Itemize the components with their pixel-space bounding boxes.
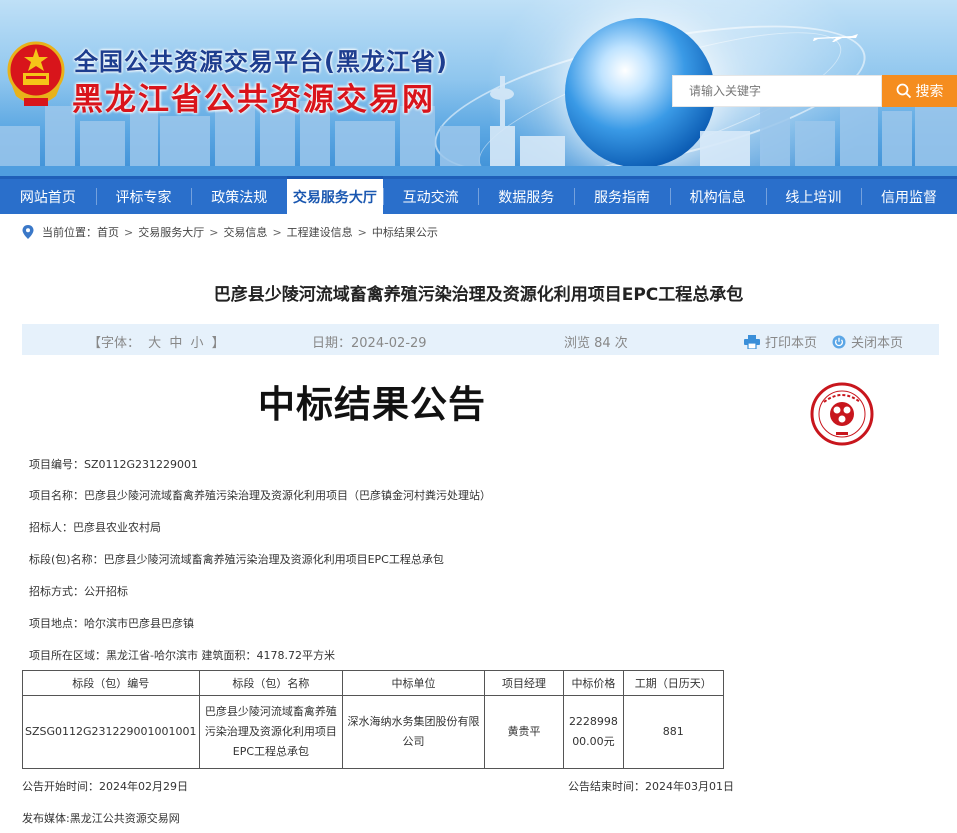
search-icon	[896, 83, 911, 99]
table-header: 中标单位	[342, 670, 485, 696]
nav-item-online-training[interactable]: 线上培训	[765, 179, 862, 214]
font-size-label: 【字体：	[88, 336, 141, 351]
project-location: 项目地点：哈尔滨市巴彦县巴彦镇	[29, 617, 194, 630]
breadcrumb-prefix: 当前位置：	[42, 226, 97, 239]
project-name: 项目名称：巴彦县少陵河流域畜禽养殖污染治理及资源化利用项目（巴彦镇金河村粪污处理…	[29, 489, 491, 502]
search-box	[672, 75, 882, 107]
notice-heading: 中标结果公告	[258, 383, 486, 426]
table-cell-section-name: 巴彦县少陵河流域畜禽养殖污染治理及资源化利用项目EPC工程总承包	[198, 695, 344, 769]
view-count: 浏览 84 次	[564, 336, 628, 351]
font-size-close: 】	[211, 336, 225, 351]
breadcrumb-separator: >	[209, 225, 219, 239]
tenderer: 招标人：巴彦县农业农村局	[29, 521, 161, 534]
search-button-label: 搜索	[915, 84, 944, 100]
font-size-selector: 【字体： 大 中 小 】	[86, 332, 227, 351]
table-header: 工期（日历天）	[622, 670, 724, 696]
header-banner: 全国公共资源交易平台(黑龙江省) 黑龙江省公共资源交易网 搜索	[0, 0, 957, 176]
notice-end-time: 公告结束时间：2024年03月01日	[568, 780, 734, 793]
site-title-line2: 黑龙江省公共资源交易网	[72, 82, 435, 118]
font-size-small[interactable]: 小	[190, 336, 203, 351]
location-pin-icon	[22, 225, 34, 239]
font-size-large[interactable]: 大	[148, 336, 161, 351]
airplane-icon	[812, 34, 858, 42]
official-seal-icon	[810, 382, 874, 446]
nav-item-home[interactable]: 网站首页	[0, 179, 96, 214]
award-result-table: 标段（包）编号 标段（包）名称 中标单位 项目经理 中标价格 工期（日历天） S…	[22, 670, 724, 769]
close-page-button[interactable]: 关闭本页	[832, 332, 903, 351]
nav-item-agencies[interactable]: 机构信息	[669, 179, 766, 214]
nav-item-policy[interactable]: 政策法规	[191, 179, 287, 214]
table-header: 中标价格	[563, 670, 624, 696]
section-name: 标段(包)名称：巴彦县少陵河流域畜禽养殖污染治理及资源化利用项目EPC工程总承包	[29, 553, 444, 566]
breadcrumb-separator: >	[357, 225, 367, 239]
close-page-label: 关闭本页	[851, 336, 904, 351]
table-header: 项目经理	[483, 670, 565, 696]
power-icon	[832, 335, 846, 348]
publish-date: 日期：2024-02-29	[312, 336, 427, 351]
print-button[interactable]: 打印本页	[744, 332, 817, 351]
nav-item-interaction[interactable]: 互动交流	[382, 179, 479, 214]
breadcrumb-separator: >	[124, 225, 134, 239]
breadcrumb-construction-info[interactable]: 工程建设信息	[287, 224, 353, 240]
nav-item-data-service[interactable]: 数据服务	[478, 179, 574, 214]
table-cell-section-code: SZSG0112G231229001001001	[22, 695, 200, 769]
breadcrumb: 当前位置： 首页 > 交易服务大厅 > 交易信息 > 工程建设信息 > 中标结果…	[22, 222, 438, 242]
breadcrumb-separator: >	[272, 225, 282, 239]
breadcrumb-trading-info[interactable]: 交易信息	[223, 224, 267, 240]
print-label: 打印本页	[765, 336, 818, 351]
site-title-line1: 全国公共资源交易平台(黑龙江省)	[74, 48, 448, 76]
table-header: 标段（包）编号	[22, 670, 200, 696]
nav-item-trading-hall[interactable]: 交易服务大厅	[287, 176, 383, 214]
breadcrumb-trading-hall[interactable]: 交易服务大厅	[138, 224, 204, 240]
notice-start-time: 公告开始时间：2024年02月29日	[22, 780, 188, 793]
article-title: 巴彦县少陵河流域畜禽养殖污染治理及资源化利用项目EPC工程总承包	[213, 285, 744, 305]
printer-icon	[744, 334, 760, 349]
nav-item-experts[interactable]: 评标专家	[95, 179, 192, 214]
font-size-medium[interactable]: 中	[169, 336, 182, 351]
publish-media: 发布媒体:黑龙江公共资源交易网	[22, 812, 180, 825]
project-region: 项目所在区域：黑龙江省-哈尔滨市 建筑面积：4178.72平方米	[29, 649, 335, 662]
search-button[interactable]: 搜索	[882, 75, 957, 107]
breadcrumb-award-result[interactable]: 中标结果公示	[372, 224, 438, 240]
table-cell-manager: 黄贵平	[483, 695, 565, 769]
breadcrumb-home[interactable]: 首页	[97, 224, 119, 240]
table-cell-duration: 881	[622, 695, 724, 769]
table-row: SZSG0112G231229001001001 巴彦县少陵河流域畜禽养殖污染治…	[22, 695, 724, 769]
search-input[interactable]	[673, 76, 881, 106]
table-cell-winner: 深水海纳水务集团股份有限公司	[342, 695, 485, 769]
table-cell-price: 222899800.00元	[563, 695, 624, 769]
tender-method: 招标方式：公开招标	[29, 585, 128, 598]
nav-item-service-guide[interactable]: 服务指南	[574, 179, 670, 214]
table-header: 标段（包）名称	[198, 670, 344, 696]
table-header-row: 标段（包）编号 标段（包）名称 中标单位 项目经理 中标价格 工期（日历天）	[22, 670, 724, 696]
national-emblem-icon	[7, 41, 65, 106]
nav-item-credit[interactable]: 信用监督	[861, 179, 957, 214]
project-code: 项目编号：SZ0112G231229001	[29, 458, 199, 471]
main-nav: 网站首页 评标专家 政策法规 交易服务大厅 互动交流 数据服务 服务指南 机构信…	[0, 176, 957, 214]
article-info-bar: 【字体： 大 中 小 】 日期：2024-02-29 浏览 84 次 打印本页 …	[22, 324, 939, 355]
